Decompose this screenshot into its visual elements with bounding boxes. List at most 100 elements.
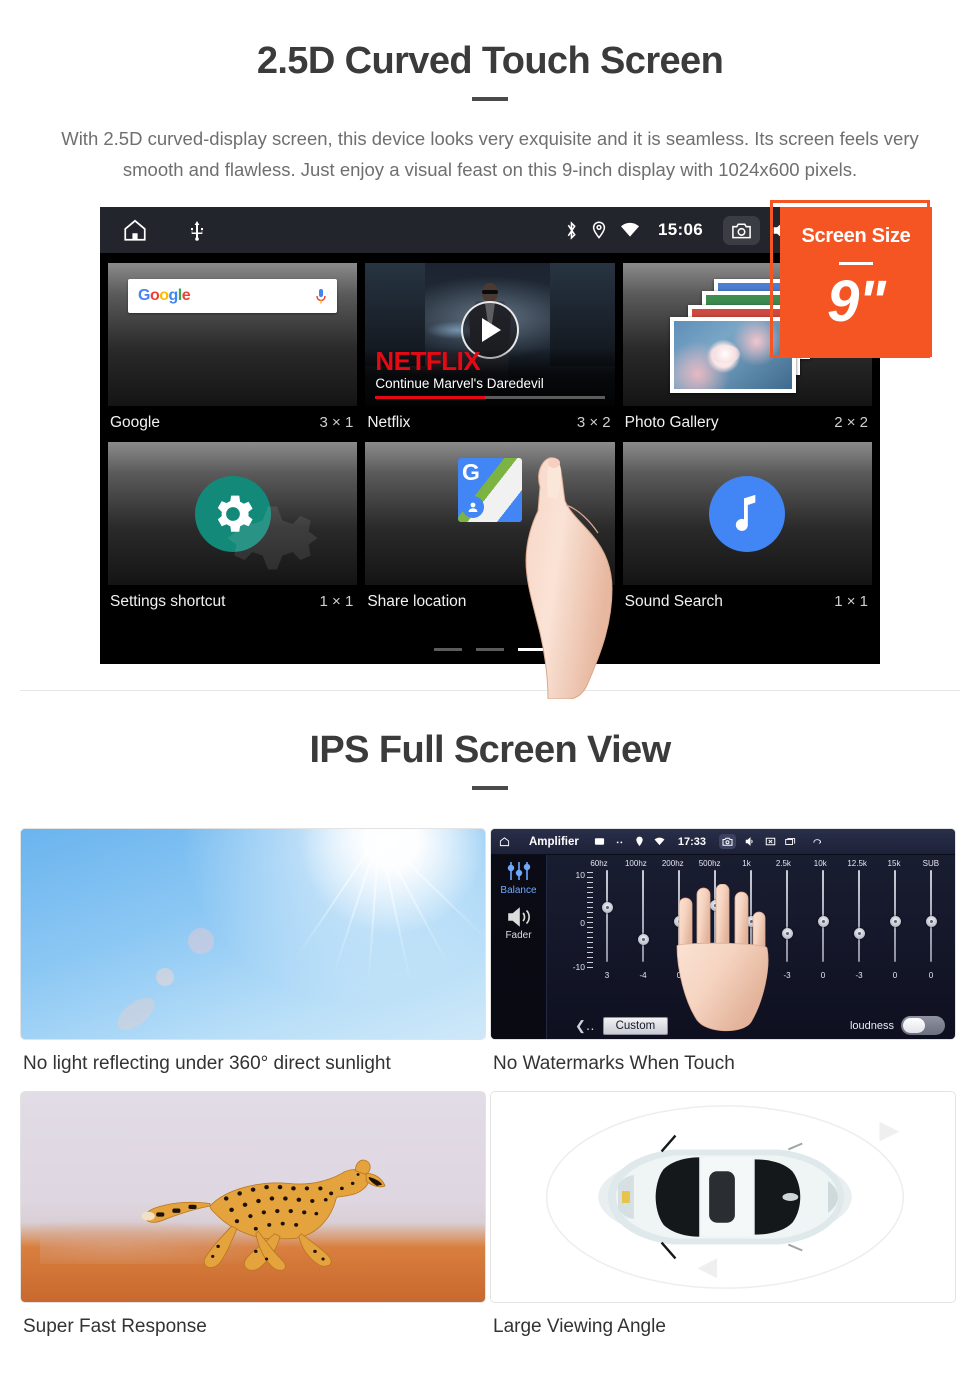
balance-sliders-icon[interactable] [506,861,532,881]
home-icon[interactable] [122,217,148,243]
widget-card-sound-search[interactable]: Sound Search 1 × 1 [622,442,872,621]
head-unit-screenshot: 15:06 Google Google 3 × 1 NETFLIX Contin… [100,207,880,700]
location-icon[interactable] [634,836,645,847]
feature-caption: No Watermarks When Touch [493,1053,735,1074]
eq-value: 0 [928,971,934,980]
wifi-icon[interactable] [620,222,640,238]
widget-size: 2 × 2 [834,414,868,431]
eq-value: 3 [604,971,610,980]
widget-card-google[interactable]: Google Google 3 × 1 [108,263,358,442]
section-divider [20,690,960,691]
google-search-bar[interactable]: Google [128,279,338,313]
eq-value: -3 [855,971,863,980]
page-indicator[interactable] [100,648,880,651]
widget-label: Google [110,414,160,431]
preset-custom-button[interactable]: Custom [602,1016,669,1035]
amplifier-title: Amplifier [529,835,579,848]
feature-cell-fast-response: Super Fast Response [20,1091,490,1338]
close-box-icon[interactable] [765,836,776,847]
location-icon[interactable] [592,221,606,239]
back-icon[interactable] [813,836,824,847]
eq-slider-10k[interactable]: 0 [811,868,835,980]
section-2-title: IPS Full Screen View [309,729,671,771]
page-dot[interactable] [434,648,462,651]
equalizer-band-labels: 60hz 100hz 200hz 500hz 1k 2.5k 10k 12.5k… [553,859,949,868]
widget-preview-sound-search[interactable] [622,442,872,585]
feature-image-sunlight [20,828,486,1040]
netflix-progress-bar [375,396,605,399]
feature-caption: No light reflecting under 360° direct su… [23,1053,391,1074]
usb-icon[interactable] [188,219,206,241]
product-feature-page: 2.5D Curved Touch Screen With 2.5D curve… [0,0,980,1394]
scale-label-mid: 0 [580,918,585,928]
widget-label: Sound Search [624,593,723,610]
microphone-icon[interactable] [315,288,327,305]
volume-icon[interactable] [745,836,756,847]
title-underline-rule [472,97,508,101]
widget-preview-settings[interactable] [108,442,358,585]
amplifier-equalizer-screenshot: Amplifier 17:33 Balance Fader 60hz 100hz… [491,829,955,1039]
eq-slider-15k[interactable]: 0 [883,868,907,980]
running-cheetah-photo [21,1092,485,1302]
band-label: 12.5k [847,859,867,868]
sidebar-label-balance[interactable]: Balance [500,885,536,896]
loudness-label: loudness [849,1019,894,1032]
band-label: 100hz [624,859,647,868]
feature-cell-watermarks: Amplifier 17:33 Balance Fader 60hz 100hz… [490,828,960,1075]
badge-title: Screen Size [801,225,911,247]
widget-card-netflix[interactable]: NETFLIX Continue Marvel's Daredevil Netf… [365,263,615,442]
sidebar-label-fader[interactable]: Fader [505,930,531,941]
widget-preview-share-location[interactable]: G [365,442,615,585]
feature-image-car [490,1091,956,1303]
eq-slider-12-5k[interactable]: -3 [847,868,871,980]
feature-image-amplifier: Amplifier 17:33 Balance Fader 60hz 100hz… [490,828,956,1040]
section-description: With 2.5D curved-display screen, this de… [61,128,919,180]
widget-card-settings-shortcut[interactable]: Settings shortcut 1 × 1 [108,442,358,621]
prev-preset-icon[interactable]: ❮․․ [575,1018,595,1034]
google-maps-icon[interactable]: G [457,458,522,522]
scale-label-max: 10 [575,870,585,880]
badge-value: 9" [827,269,886,334]
loudness-toggle[interactable] [901,1016,945,1035]
fader-speaker-icon[interactable] [506,906,532,928]
android-status-bar: 15:06 [100,207,880,253]
netflix-logo: NETFLIX [375,345,481,376]
widget-preview-netflix[interactable]: NETFLIX Continue Marvel's Daredevil [365,263,615,406]
band-label: 200hz [661,859,684,868]
eq-slider-100hz[interactable]: -4 [631,868,655,980]
open-hand-illustration [667,883,785,1034]
bluetooth-icon[interactable] [565,220,578,240]
scale-label-min: -10 [572,962,585,972]
widget-size: 1 × 1 [319,593,354,610]
wifi-icon[interactable] [654,836,665,847]
eq-slider-sub[interactable]: 0 [919,868,943,980]
band-label: 500hz [698,859,721,868]
page-title: 2.5D Curved Touch Screen [256,40,724,82]
amplifier-clock: 17:33 [677,835,706,848]
equalizer-scale: 10 0 -10 [563,868,593,980]
music-note-icon[interactable] [709,475,786,552]
status-bar-clock: 15:06 [658,220,703,239]
amplifier-status-bar: Amplifier 17:33 [491,829,955,855]
feature-grid: No light reflecting under 360° direct su… [20,828,960,1338]
widget-size: 3 × 2 [576,414,611,431]
camera-icon[interactable] [718,834,736,849]
widget-card-share-location[interactable]: G Share location 1 × 1 [365,442,615,621]
page-dot-active[interactable] [518,648,546,651]
page-dot[interactable] [476,648,504,651]
band-label: 10k [813,859,827,868]
google-logo: Google [138,287,191,304]
eq-value: 0 [820,971,826,980]
recents-icon[interactable] [785,836,796,847]
widget-label: Photo Gallery [624,414,719,431]
camera-icon[interactable] [723,215,760,245]
feature-caption: Super Fast Response [23,1316,207,1337]
home-icon[interactable] [499,836,510,847]
section-2-underline-rule [472,786,508,790]
widget-label: Settings shortcut [110,593,226,610]
feature-cell-viewing-angle: Large Viewing Angle [490,1091,960,1338]
badge-divider [839,262,873,265]
widget-preview-google[interactable]: Google [108,263,358,406]
eq-slider-60hz[interactable]: 3 [595,868,619,980]
gallery-icon[interactable] [594,836,605,847]
